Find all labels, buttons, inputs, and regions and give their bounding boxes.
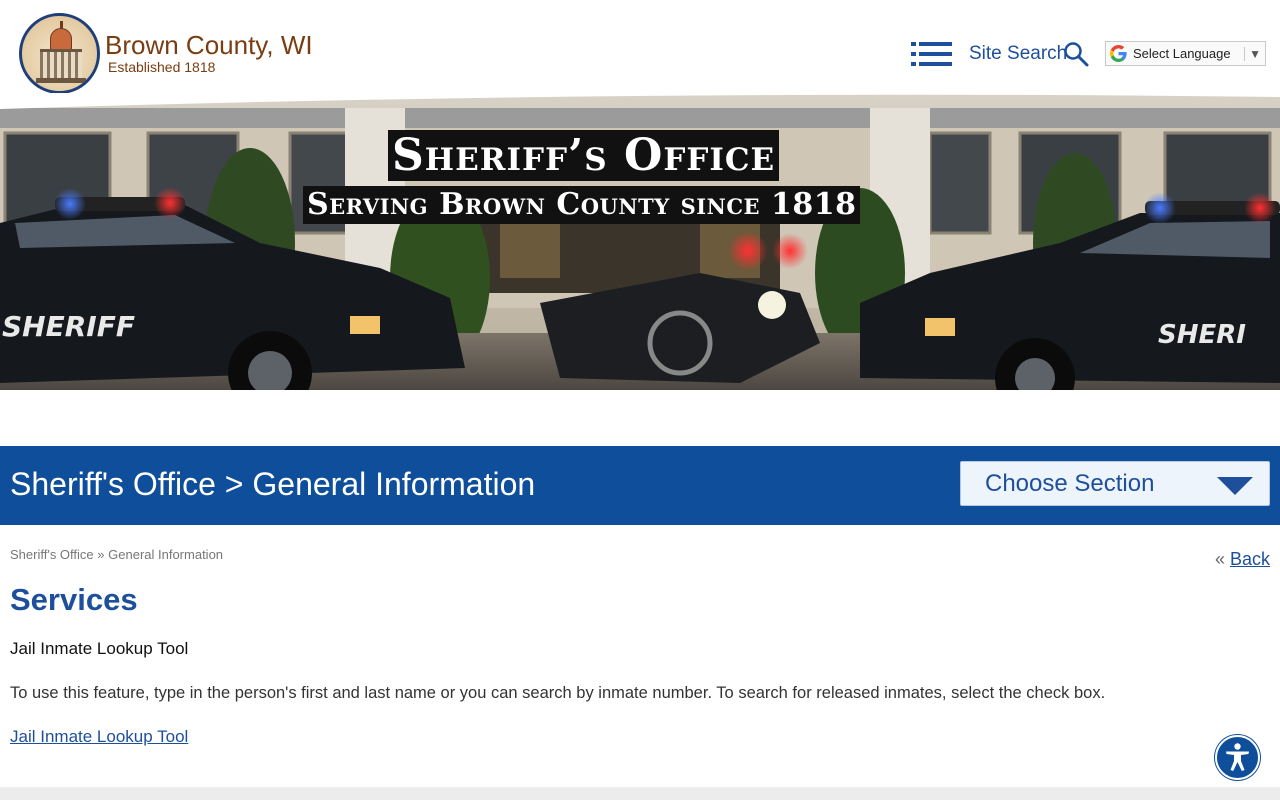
section-bar: Sheriff's Office > General Information C…	[0, 446, 1280, 525]
accessibility-icon	[1226, 743, 1249, 771]
jail-inmate-lookup-link[interactable]: Jail Inmate Lookup Tool	[10, 726, 188, 748]
footer-strip	[0, 787, 1280, 800]
page-title: Services	[10, 582, 138, 617]
breadcrumb-item-sheriffs-office[interactable]: Sheriff's Office	[10, 547, 94, 562]
language-select-label: Select Language	[1133, 46, 1231, 61]
banner-subtitle: Serving Brown County since 1818	[303, 186, 861, 224]
search-icon[interactable]	[1063, 41, 1089, 67]
choose-section-dropdown[interactable]: Choose Section	[960, 461, 1270, 506]
site-search-link[interactable]: Site Search	[969, 41, 1067, 67]
chevron-down-icon: ▼	[1244, 46, 1261, 61]
content-description: To use this feature, type in the person'…	[10, 684, 1106, 702]
hamburger-menu-icon[interactable]	[911, 41, 952, 67]
back-link-container: « Back	[1215, 549, 1270, 569]
chevron-down-icon	[1217, 477, 1253, 495]
site-name[interactable]: Brown County, WI	[105, 30, 313, 60]
breadcrumb-item-general-information[interactable]: General Information	[108, 547, 223, 562]
back-prefix: «	[1214, 549, 1225, 569]
svg-text:SHERIFF: SHERIFF	[2, 310, 135, 343]
google-g-icon	[1110, 45, 1127, 62]
site-header: Brown County, WI Established 1818 Site S…	[0, 0, 1280, 108]
language-select[interactable]: Select Language ▼	[1105, 41, 1266, 66]
breadcrumb: Sheriff's Office » General Information	[10, 547, 223, 563]
content-subheading: Jail Inmate Lookup Tool	[10, 639, 189, 658]
section-title: Sheriff's Office > General Information	[10, 466, 536, 502]
county-seal-icon[interactable]	[19, 13, 100, 94]
accessibility-button[interactable]	[1215, 735, 1260, 780]
site-established: Established 1818	[108, 59, 216, 75]
svg-text:SHERI: SHERI	[1158, 320, 1246, 350]
back-link[interactable]: Back	[1230, 549, 1270, 569]
banner-title: Sheriff’s Office	[388, 130, 780, 181]
choose-section-label: Choose Section	[985, 470, 1155, 497]
breadcrumb-separator: »	[97, 547, 105, 562]
hero-banner: SHERIFF SHERI Sheriff’s Office Serving B…	[0, 93, 1280, 390]
